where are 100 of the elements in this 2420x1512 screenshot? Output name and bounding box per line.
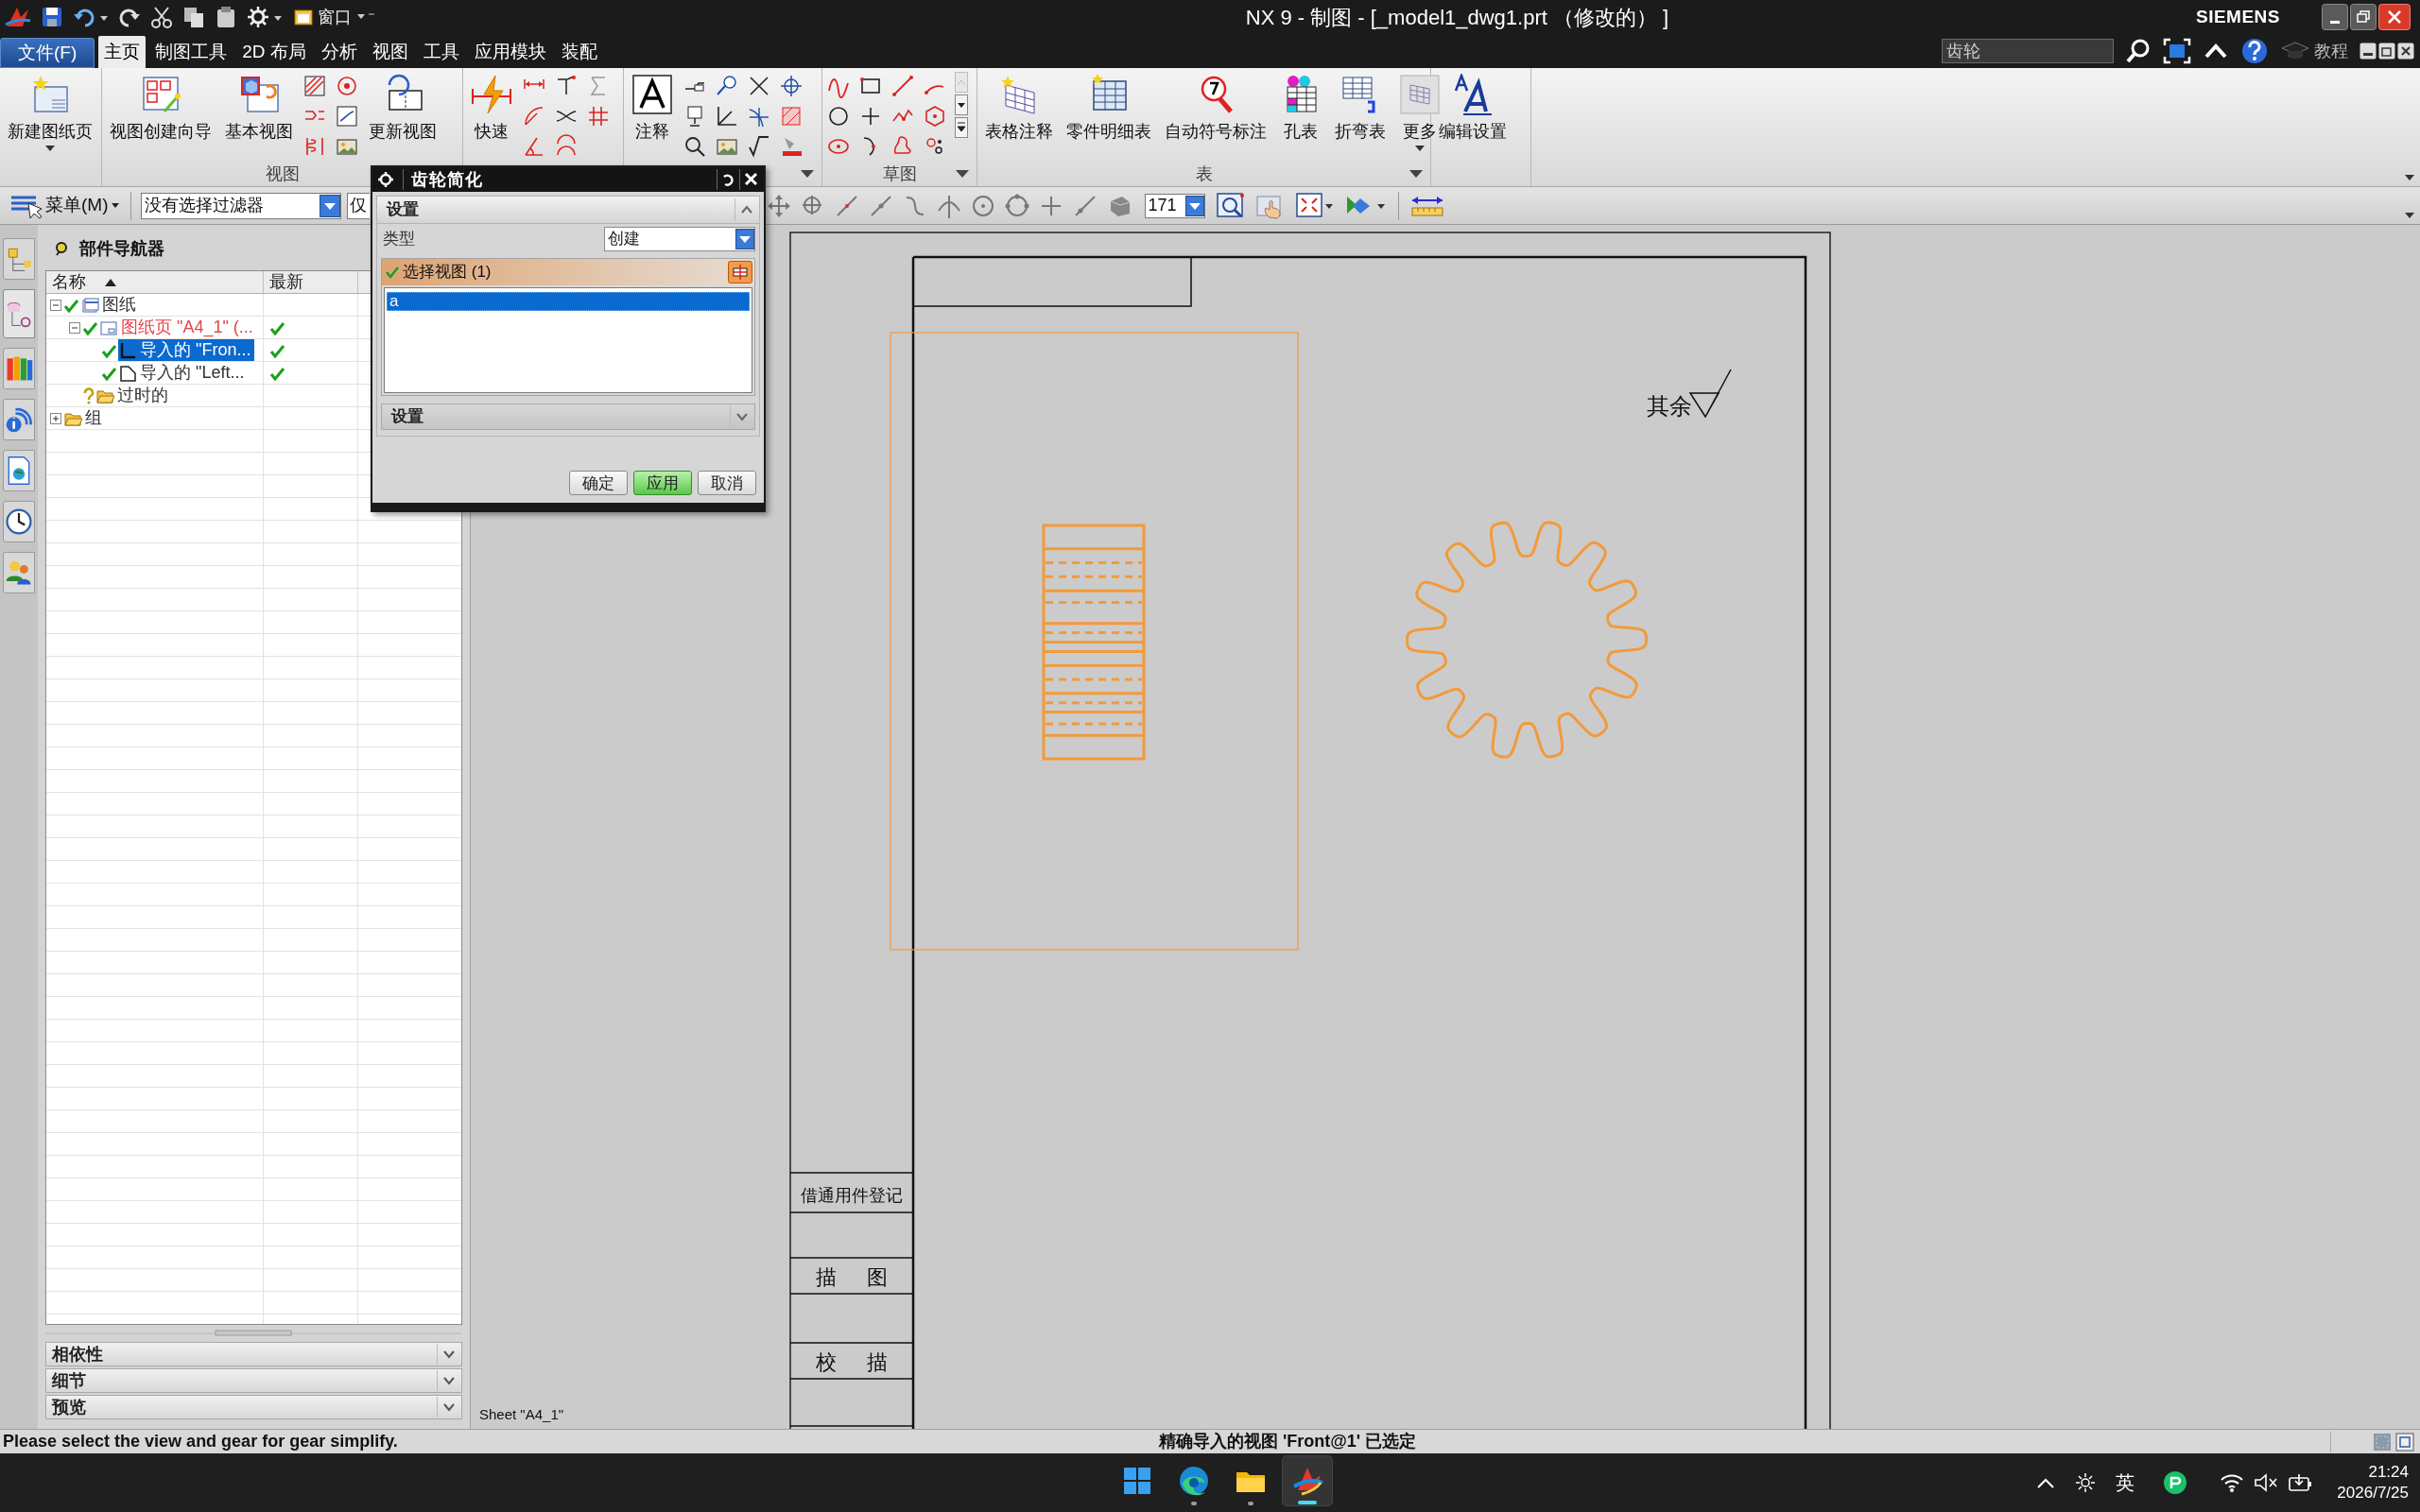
tree-item[interactable]: 过时的 <box>95 385 172 406</box>
select-view-button[interactable] <box>728 261 752 284</box>
command-search-field[interactable]: 齿轮 <box>1942 39 2114 63</box>
hatch-icon[interactable] <box>302 74 327 98</box>
scroll-down-button[interactable] <box>955 94 968 115</box>
window-menu-button[interactable]: 窗口 <box>291 4 378 30</box>
crosshair-icon[interactable] <box>779 74 804 98</box>
ribbon-tab[interactable]: 分析 <box>315 36 363 68</box>
ribbon-button[interactable]: 新建图纸页 <box>4 72 96 151</box>
selection-filter-dropdown[interactable]: 没有选择过滤器 <box>141 192 342 219</box>
copy-icon[interactable] <box>182 5 206 29</box>
tree-item[interactable]: 导入的 "Fron... <box>118 339 255 361</box>
column-header[interactable]: 名称 <box>46 271 264 293</box>
circle-icon[interactable] <box>826 104 851 129</box>
target-icon[interactable] <box>335 74 359 98</box>
selection-step-header[interactable]: 选择视图 (1) <box>382 259 754 285</box>
resource-bar-tab[interactable] <box>3 399 35 440</box>
collapsible-panel-header[interactable]: 相依性 <box>45 1342 462 1366</box>
hash-icon[interactable] <box>586 104 611 129</box>
ribbon-button[interactable]: 注释 <box>628 72 677 142</box>
close-button[interactable] <box>2397 43 2414 60</box>
tree-item[interactable]: 组 <box>63 407 106 429</box>
toolbar-options-caret-icon[interactable] <box>2405 212 2414 218</box>
search-icon[interactable] <box>2125 38 2152 64</box>
save-icon[interactable] <box>40 5 64 29</box>
axes-icon[interactable] <box>715 104 739 129</box>
gallery-more-button[interactable] <box>955 117 968 138</box>
move-icon[interactable] <box>767 193 792 218</box>
expand-toggle-icon[interactable] <box>50 412 61 424</box>
collapsible-panel-header[interactable]: 细节 <box>45 1368 462 1393</box>
tangent-snap-icon[interactable] <box>1073 193 1098 218</box>
tutorial-link[interactable]: 教程 <box>2280 38 2348 64</box>
ribbon-button[interactable]: 折弯表 <box>1331 72 1390 142</box>
zoom-icon[interactable] <box>683 134 707 159</box>
detail-icon[interactable] <box>335 104 359 129</box>
clock[interactable]: 21:24 2026/7/25 <box>2337 1462 2409 1503</box>
ribbon-tab[interactable]: 主页 <box>98 36 147 68</box>
dialog-button[interactable]: 应用 <box>633 471 692 495</box>
ribbon-button[interactable]: 视图创建向导 <box>106 72 216 142</box>
section-header[interactable]: 设置 <box>381 404 755 430</box>
minimize-button[interactable] <box>2322 4 2348 30</box>
ribbon-tab[interactable]: 装配 <box>555 36 603 68</box>
group-options-caret-icon[interactable] <box>956 170 969 178</box>
collapse-toggle-icon[interactable] <box>69 321 80 334</box>
fullscreen-icon[interactable] <box>2163 38 2191 64</box>
help-icon[interactable] <box>2240 37 2269 65</box>
dialog-button[interactable]: 取消 <box>698 471 756 495</box>
restore-button[interactable] <box>2350 4 2377 30</box>
line-icon[interactable] <box>890 74 915 98</box>
ribbon-tab[interactable]: 应用模块 <box>468 36 552 68</box>
resource-bar-tab[interactable] <box>3 450 35 491</box>
tree-item[interactable]: 导入的 "Left... <box>118 362 249 384</box>
wifi-icon[interactable] <box>2220 1472 2245 1493</box>
scale-dropdown[interactable]: 171 <box>1145 193 1206 218</box>
list-item[interactable]: a <box>387 292 750 311</box>
collapse-toggle-icon[interactable] <box>50 299 61 311</box>
full-screen-toggle-icon[interactable] <box>2395 1432 2414 1452</box>
file-menu-button[interactable]: 文件(F) <box>0 38 95 68</box>
ribbon-button[interactable]: 零件明细表 <box>1063 72 1155 142</box>
line-snap-icon[interactable] <box>835 193 860 218</box>
ribbon-tab[interactable]: 2D 布局 <box>236 36 312 68</box>
ribbon-button[interactable]: 基本视图 <box>221 72 297 142</box>
ribbon-button[interactable]: 更新视图 <box>365 72 441 142</box>
ribbon-button[interactable]: 孔表 <box>1276 72 1325 142</box>
selection-scope-dropdown[interactable]: 仅 <box>347 192 371 219</box>
column-header[interactable]: 最新 <box>264 271 358 293</box>
group-options-caret-icon[interactable] <box>801 170 814 178</box>
dialog-button[interactable]: 确定 <box>569 471 628 495</box>
resource-bar-tab[interactable] <box>3 348 35 389</box>
ribbon-tab[interactable]: 视图 <box>366 36 414 68</box>
ribbon-button[interactable]: 表格注释 <box>981 72 1057 142</box>
input-method-indicator[interactable]: 英 <box>2116 1469 2135 1497</box>
tree-item[interactable]: 图纸页 "A4_1" (... <box>99 317 257 338</box>
show-hidden-icons-caret[interactable] <box>2036 1476 2056 1489</box>
tray-app-icon[interactable] <box>2163 1470 2188 1495</box>
gear-icon[interactable] <box>246 5 284 29</box>
pin-icon[interactable] <box>53 240 70 257</box>
measure-icon[interactable] <box>1410 194 1445 217</box>
hatch-area-icon[interactable] <box>779 104 804 129</box>
fit-view-icon[interactable] <box>1296 192 1335 219</box>
resource-bar-tab[interactable] <box>3 552 35 593</box>
selection-list[interactable]: a <box>384 287 752 393</box>
ribbon-button[interactable]: 快速 <box>467 72 516 142</box>
quadrant-snap-icon[interactable] <box>1005 193 1030 218</box>
tree-item[interactable]: 图纸 <box>80 294 140 316</box>
resource-bar-tab[interactable] <box>3 289 35 338</box>
resource-bar-tab[interactable] <box>3 501 35 542</box>
menu-button[interactable]: 菜单(M) <box>9 191 120 220</box>
collapsible-panel-header[interactable]: 预览 <box>45 1395 462 1419</box>
splitter-handle[interactable] <box>45 1329 461 1338</box>
zoom-window-icon[interactable] <box>1217 192 1246 219</box>
ribbon-tab[interactable]: 制图工具 <box>149 36 233 68</box>
type-dropdown[interactable]: 创建 <box>604 227 755 251</box>
restore-button[interactable] <box>2378 43 2395 60</box>
ribbon-options-caret-icon[interactable] <box>2405 175 2414 180</box>
group-options-caret-icon[interactable] <box>1409 170 1423 178</box>
root-icon[interactable] <box>747 134 771 159</box>
muted-speaker-icon[interactable] <box>2254 1472 2279 1493</box>
section-header[interactable]: 设置 <box>376 196 760 224</box>
ribbon-button[interactable]: 自动符号标注 <box>1161 72 1270 142</box>
